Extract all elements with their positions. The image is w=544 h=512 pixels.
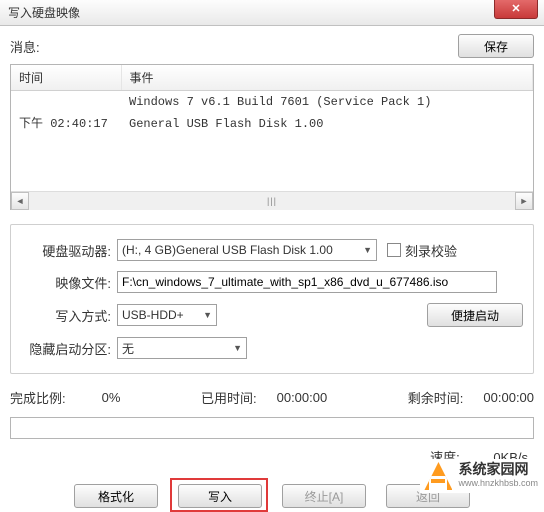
done-label: 完成比例: <box>10 388 66 407</box>
write-button[interactable]: 写入 <box>178 484 262 508</box>
verify-checkbox[interactable]: 刻录校验 <box>387 241 457 260</box>
image-path-field[interactable] <box>117 271 497 293</box>
scroll-thumb[interactable]: ||| <box>29 192 515 210</box>
checkbox-icon <box>387 243 401 257</box>
log-col-event[interactable]: 事件 <box>121 65 533 91</box>
done-value: 0% <box>102 390 121 405</box>
settings-group: 硬盘驱动器: (H:, 4 GB)General USB Flash Disk … <box>10 224 534 374</box>
progress-bar <box>10 417 534 439</box>
close-icon: ✕ <box>511 2 520 15</box>
message-label: 消息: <box>10 37 40 56</box>
elapsed-value: 00:00:00 <box>277 390 328 405</box>
elapsed-label: 已用时间: <box>201 388 257 407</box>
format-button[interactable]: 格式化 <box>74 484 158 508</box>
remain-label: 剩余时间: <box>408 388 464 407</box>
save-button[interactable]: 保存 <box>458 34 534 58</box>
chevron-down-icon: ▼ <box>199 310 212 320</box>
window-title: 写入硬盘映像 <box>8 4 80 21</box>
drive-select[interactable]: (H:, 4 GB)General USB Flash Disk 1.00 ▼ <box>117 239 377 261</box>
scroll-right-icon[interactable]: ► <box>515 192 533 210</box>
drive-label: 硬盘驱动器: <box>21 241 117 260</box>
chevron-down-icon: ▼ <box>229 343 242 353</box>
log-col-time[interactable]: 时间 <box>11 65 121 91</box>
quick-boot-button[interactable]: 便捷启动 <box>427 303 523 327</box>
log-scrollbar[interactable]: ◄ ||| ► <box>11 191 533 209</box>
log-row: 下午 02:40:17 General USB Flash Disk 1.00 <box>11 113 533 135</box>
house-icon <box>424 462 452 490</box>
image-label: 映像文件: <box>21 273 117 292</box>
abort-button: 终止[A] <box>282 484 366 508</box>
method-label: 写入方式: <box>21 306 117 325</box>
write-method-select[interactable]: USB-HDD+ ▼ <box>117 304 217 326</box>
log-row: Windows 7 v6.1 Build 7601 (Service Pack … <box>11 91 533 113</box>
log-panel: 时间 事件 Windows 7 v6.1 Build 7601 (Service… <box>10 64 534 210</box>
watermark: 系统家园网 www.hnzkhbsb.com <box>420 459 538 493</box>
remain-value: 00:00:00 <box>483 390 534 405</box>
scroll-left-icon[interactable]: ◄ <box>11 192 29 210</box>
close-button[interactable]: ✕ <box>494 0 538 19</box>
hidden-label: 隐藏启动分区: <box>21 339 117 358</box>
hidden-partition-select[interactable]: 无 ▼ <box>117 337 247 359</box>
chevron-down-icon: ▼ <box>359 245 372 255</box>
